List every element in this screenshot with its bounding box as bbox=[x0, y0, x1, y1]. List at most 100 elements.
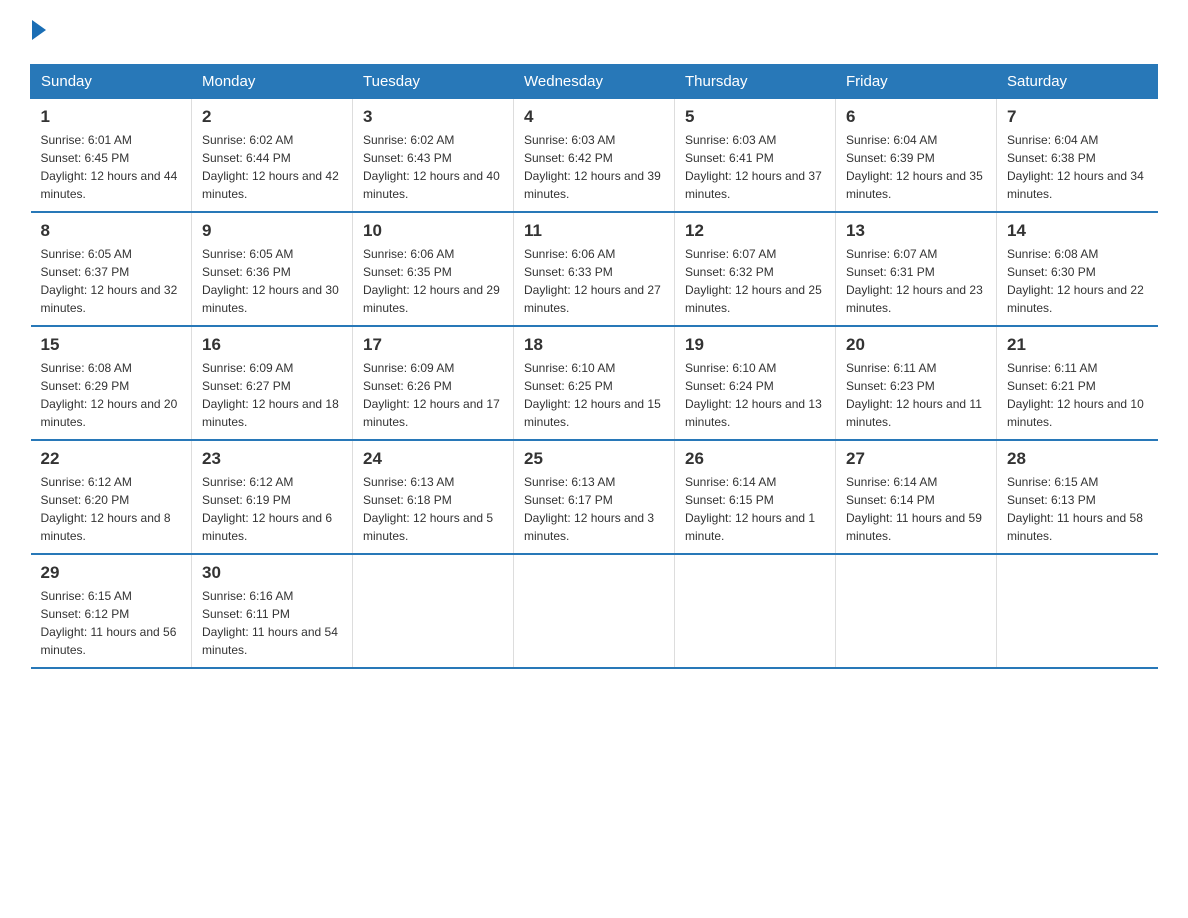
calendar-cell: 26 Sunrise: 6:14 AMSunset: 6:15 PMDayligh… bbox=[675, 440, 836, 554]
calendar-cell: 29 Sunrise: 6:15 AMSunset: 6:12 PMDayligh… bbox=[31, 554, 192, 668]
cell-info: Sunrise: 6:08 AMSunset: 6:29 PMDaylight:… bbox=[41, 359, 182, 431]
calendar-cell: 1 Sunrise: 6:01 AMSunset: 6:45 PMDaylight… bbox=[31, 99, 192, 213]
day-number: 16 bbox=[202, 335, 342, 355]
calendar-cell: 2 Sunrise: 6:02 AMSunset: 6:44 PMDaylight… bbox=[192, 99, 353, 213]
column-header-wednesday: Wednesday bbox=[514, 65, 675, 99]
cell-info: Sunrise: 6:07 AMSunset: 6:31 PMDaylight:… bbox=[846, 245, 986, 317]
calendar-cell bbox=[514, 554, 675, 668]
calendar-cell bbox=[836, 554, 997, 668]
day-number: 11 bbox=[524, 221, 664, 241]
cell-info: Sunrise: 6:04 AMSunset: 6:39 PMDaylight:… bbox=[846, 131, 986, 203]
cell-info: Sunrise: 6:15 AMSunset: 6:13 PMDaylight:… bbox=[1007, 473, 1148, 545]
calendar-cell: 27 Sunrise: 6:14 AMSunset: 6:14 PMDayligh… bbox=[836, 440, 997, 554]
day-number: 14 bbox=[1007, 221, 1148, 241]
week-row-4: 22Sunrise: 6:12 AMSunset: 6:20 PMDayligh… bbox=[31, 440, 1158, 554]
calendar-body: 1 Sunrise: 6:01 AMSunset: 6:45 PMDaylight… bbox=[31, 99, 1158, 669]
cell-info: Sunrise: 6:14 AMSunset: 6:14 PMDaylight:… bbox=[846, 473, 986, 545]
cell-info: Sunrise: 6:06 AMSunset: 6:33 PMDaylight:… bbox=[524, 245, 664, 317]
column-header-sunday: Sunday bbox=[31, 65, 192, 99]
calendar-cell: 10Sunrise: 6:06 AMSunset: 6:35 PMDayligh… bbox=[353, 212, 514, 326]
calendar-cell: 14 Sunrise: 6:08 AMSunset: 6:30 PMDayligh… bbox=[997, 212, 1158, 326]
page-header bbox=[30, 20, 1158, 44]
day-number: 6 bbox=[846, 107, 986, 127]
logo bbox=[30, 20, 46, 44]
calendar-table: SundayMondayTuesdayWednesdayThursdayFrid… bbox=[30, 64, 1158, 669]
day-number: 1 bbox=[41, 107, 182, 127]
calendar-cell: 19 Sunrise: 6:10 AMSunset: 6:24 PMDayligh… bbox=[675, 326, 836, 440]
calendar-cell: 15 Sunrise: 6:08 AMSunset: 6:29 PMDayligh… bbox=[31, 326, 192, 440]
day-number: 29 bbox=[41, 563, 182, 583]
cell-info: Sunrise: 6:07 AMSunset: 6:32 PMDaylight:… bbox=[685, 245, 825, 317]
cell-info: Sunrise: 6:05 AMSunset: 6:36 PMDaylight:… bbox=[202, 245, 342, 317]
calendar-cell: 17Sunrise: 6:09 AMSunset: 6:26 PMDayligh… bbox=[353, 326, 514, 440]
calendar-cell: 20Sunrise: 6:11 AMSunset: 6:23 PMDayligh… bbox=[836, 326, 997, 440]
calendar-cell: 8 Sunrise: 6:05 AMSunset: 6:37 PMDaylight… bbox=[31, 212, 192, 326]
day-number: 26 bbox=[685, 449, 825, 469]
week-row-5: 29 Sunrise: 6:15 AMSunset: 6:12 PMDayligh… bbox=[31, 554, 1158, 668]
day-number: 27 bbox=[846, 449, 986, 469]
cell-info: Sunrise: 6:13 AMSunset: 6:18 PMDaylight:… bbox=[363, 473, 503, 545]
cell-info: Sunrise: 6:14 AMSunset: 6:15 PMDaylight:… bbox=[685, 473, 825, 545]
cell-info: Sunrise: 6:05 AMSunset: 6:37 PMDaylight:… bbox=[41, 245, 182, 317]
day-number: 25 bbox=[524, 449, 664, 469]
calendar-cell: 6 Sunrise: 6:04 AMSunset: 6:39 PMDaylight… bbox=[836, 99, 997, 213]
column-header-saturday: Saturday bbox=[997, 65, 1158, 99]
cell-info: Sunrise: 6:12 AMSunset: 6:19 PMDaylight:… bbox=[202, 473, 342, 545]
day-number: 4 bbox=[524, 107, 664, 127]
day-number: 10 bbox=[363, 221, 503, 241]
calendar-cell: 13 Sunrise: 6:07 AMSunset: 6:31 PMDayligh… bbox=[836, 212, 997, 326]
calendar-cell: 7 Sunrise: 6:04 AMSunset: 6:38 PMDaylight… bbox=[997, 99, 1158, 213]
day-number: 28 bbox=[1007, 449, 1148, 469]
day-number: 12 bbox=[685, 221, 825, 241]
week-row-1: 1 Sunrise: 6:01 AMSunset: 6:45 PMDaylight… bbox=[31, 99, 1158, 213]
day-number: 13 bbox=[846, 221, 986, 241]
day-number: 22 bbox=[41, 449, 182, 469]
calendar-cell: 23Sunrise: 6:12 AMSunset: 6:19 PMDayligh… bbox=[192, 440, 353, 554]
cell-info: Sunrise: 6:08 AMSunset: 6:30 PMDaylight:… bbox=[1007, 245, 1148, 317]
calendar-cell: 3 Sunrise: 6:02 AMSunset: 6:43 PMDaylight… bbox=[353, 99, 514, 213]
logo-arrow-icon bbox=[32, 20, 46, 40]
day-number: 3 bbox=[363, 107, 503, 127]
column-header-monday: Monday bbox=[192, 65, 353, 99]
calendar-cell: 18 Sunrise: 6:10 AMSunset: 6:25 PMDayligh… bbox=[514, 326, 675, 440]
day-number: 7 bbox=[1007, 107, 1148, 127]
calendar-cell: 22Sunrise: 6:12 AMSunset: 6:20 PMDayligh… bbox=[31, 440, 192, 554]
day-number: 2 bbox=[202, 107, 342, 127]
day-number: 19 bbox=[685, 335, 825, 355]
column-header-friday: Friday bbox=[836, 65, 997, 99]
calendar-cell: 11 Sunrise: 6:06 AMSunset: 6:33 PMDayligh… bbox=[514, 212, 675, 326]
day-number: 8 bbox=[41, 221, 182, 241]
week-row-3: 15 Sunrise: 6:08 AMSunset: 6:29 PMDayligh… bbox=[31, 326, 1158, 440]
day-number: 15 bbox=[41, 335, 182, 355]
calendar-header: SundayMondayTuesdayWednesdayThursdayFrid… bbox=[31, 65, 1158, 99]
day-number: 5 bbox=[685, 107, 825, 127]
calendar-cell: 4 Sunrise: 6:03 AMSunset: 6:42 PMDaylight… bbox=[514, 99, 675, 213]
calendar-cell: 16 Sunrise: 6:09 AMSunset: 6:27 PMDayligh… bbox=[192, 326, 353, 440]
cell-info: Sunrise: 6:16 AMSunset: 6:11 PMDaylight:… bbox=[202, 587, 342, 659]
column-header-thursday: Thursday bbox=[675, 65, 836, 99]
cell-info: Sunrise: 6:03 AMSunset: 6:42 PMDaylight:… bbox=[524, 131, 664, 203]
calendar-cell bbox=[997, 554, 1158, 668]
day-number: 24 bbox=[363, 449, 503, 469]
day-number: 18 bbox=[524, 335, 664, 355]
calendar-cell bbox=[353, 554, 514, 668]
calendar-cell: 12 Sunrise: 6:07 AMSunset: 6:32 PMDayligh… bbox=[675, 212, 836, 326]
calendar-cell: 21 Sunrise: 6:11 AMSunset: 6:21 PMDayligh… bbox=[997, 326, 1158, 440]
cell-info: Sunrise: 6:11 AMSunset: 6:21 PMDaylight:… bbox=[1007, 359, 1148, 431]
calendar-cell: 28 Sunrise: 6:15 AMSunset: 6:13 PMDayligh… bbox=[997, 440, 1158, 554]
calendar-cell bbox=[675, 554, 836, 668]
calendar-cell: 24 Sunrise: 6:13 AMSunset: 6:18 PMDayligh… bbox=[353, 440, 514, 554]
cell-info: Sunrise: 6:01 AMSunset: 6:45 PMDaylight:… bbox=[41, 131, 182, 203]
day-number: 21 bbox=[1007, 335, 1148, 355]
cell-info: Sunrise: 6:10 AMSunset: 6:24 PMDaylight:… bbox=[685, 359, 825, 431]
cell-info: Sunrise: 6:04 AMSunset: 6:38 PMDaylight:… bbox=[1007, 131, 1148, 203]
week-row-2: 8 Sunrise: 6:05 AMSunset: 6:37 PMDaylight… bbox=[31, 212, 1158, 326]
calendar-cell: 30Sunrise: 6:16 AMSunset: 6:11 PMDayligh… bbox=[192, 554, 353, 668]
cell-info: Sunrise: 6:10 AMSunset: 6:25 PMDaylight:… bbox=[524, 359, 664, 431]
day-number: 17 bbox=[363, 335, 503, 355]
cell-info: Sunrise: 6:09 AMSunset: 6:27 PMDaylight:… bbox=[202, 359, 342, 431]
day-number: 9 bbox=[202, 221, 342, 241]
cell-info: Sunrise: 6:02 AMSunset: 6:43 PMDaylight:… bbox=[363, 131, 503, 203]
cell-info: Sunrise: 6:02 AMSunset: 6:44 PMDaylight:… bbox=[202, 131, 342, 203]
cell-info: Sunrise: 6:15 AMSunset: 6:12 PMDaylight:… bbox=[41, 587, 182, 659]
